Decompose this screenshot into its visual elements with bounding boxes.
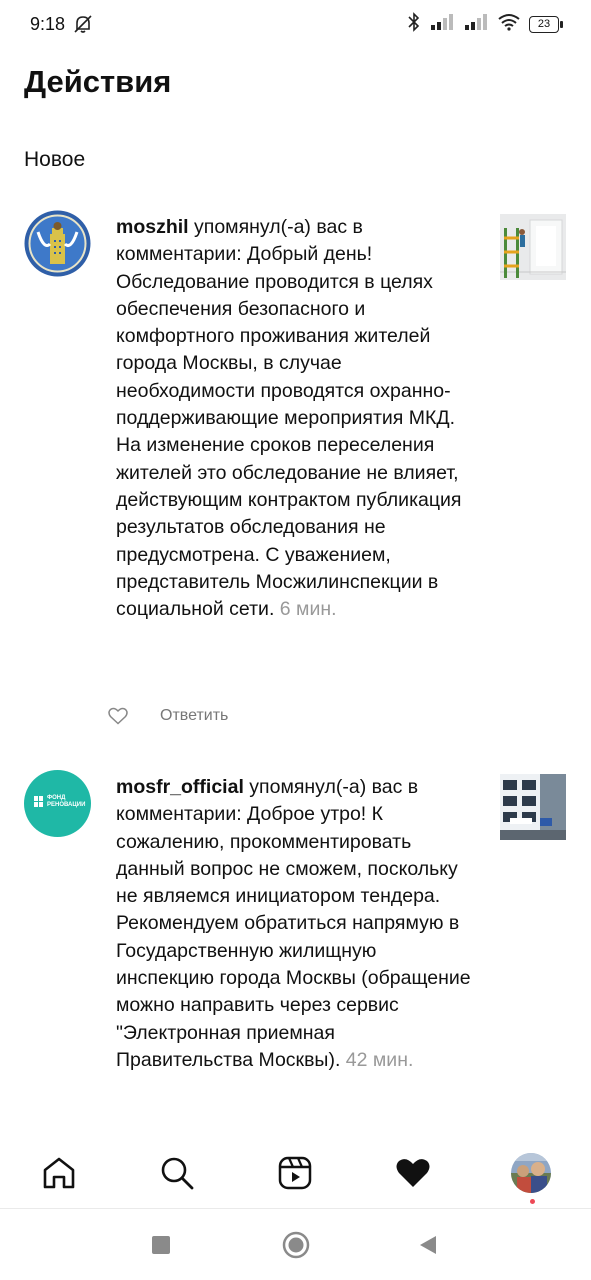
notification-text: moszhil упомянул(-а) вас в комментарии: … bbox=[116, 214, 476, 623]
signal-icon bbox=[429, 13, 455, 36]
username[interactable]: moszhil bbox=[116, 216, 189, 238]
bottom-nav bbox=[0, 1135, 591, 1209]
signal-icon bbox=[463, 13, 489, 36]
timestamp: 42 мин. bbox=[345, 1048, 414, 1071]
page-title: Действия bbox=[24, 64, 172, 99]
recents-button[interactable] bbox=[146, 1230, 176, 1260]
profile-avatar[interactable] bbox=[511, 1153, 551, 1193]
reels-icon[interactable] bbox=[275, 1153, 315, 1193]
like-icon[interactable] bbox=[108, 707, 128, 730]
comment-text: Добрый день! Обследование проводится в ц… bbox=[116, 243, 462, 621]
timestamp: 6 мин. bbox=[279, 598, 337, 621]
status-time: 9:18 bbox=[30, 14, 66, 34]
post-thumbnail[interactable] bbox=[500, 214, 566, 280]
status-bar: 9:18 23 bbox=[0, 0, 591, 52]
system-nav bbox=[0, 1210, 591, 1280]
reply-button[interactable]: Ответить bbox=[160, 707, 228, 725]
avatar[interactable] bbox=[24, 210, 91, 277]
avatar[interactable]: ФОНД РЕНОВАЦИИ bbox=[24, 770, 91, 837]
home-button[interactable] bbox=[281, 1230, 311, 1260]
comment-text: Доброе утро! К сожалению, прокомментиров… bbox=[116, 803, 471, 1071]
notification-dot bbox=[530, 1199, 535, 1204]
section-title: Новое bbox=[24, 148, 86, 171]
notification-item[interactable]: moszhil упомянул(-а) вас в комментарии: … bbox=[0, 210, 591, 730]
status-icons: 23 bbox=[407, 12, 563, 37]
post-thumbnail[interactable] bbox=[500, 774, 566, 840]
battery-icon: 23 bbox=[529, 16, 563, 33]
search-icon[interactable] bbox=[157, 1153, 197, 1193]
do-not-disturb-icon bbox=[72, 13, 94, 40]
username[interactable]: mosfr_official bbox=[116, 776, 244, 798]
notification-text: mosfr_official упомянул(-а) вас в коммен… bbox=[116, 774, 476, 1074]
notification-item[interactable]: ФОНД РЕНОВАЦИИ mosfr_official упомянул(-… bbox=[0, 770, 591, 1135]
back-button[interactable] bbox=[413, 1230, 443, 1260]
avatar-logo-text: ФОНД РЕНОВАЦИИ bbox=[47, 795, 86, 808]
bluetooth-icon bbox=[407, 12, 421, 37]
heart-icon[interactable] bbox=[393, 1153, 433, 1193]
wifi-icon bbox=[497, 13, 521, 36]
home-icon[interactable] bbox=[39, 1153, 79, 1193]
